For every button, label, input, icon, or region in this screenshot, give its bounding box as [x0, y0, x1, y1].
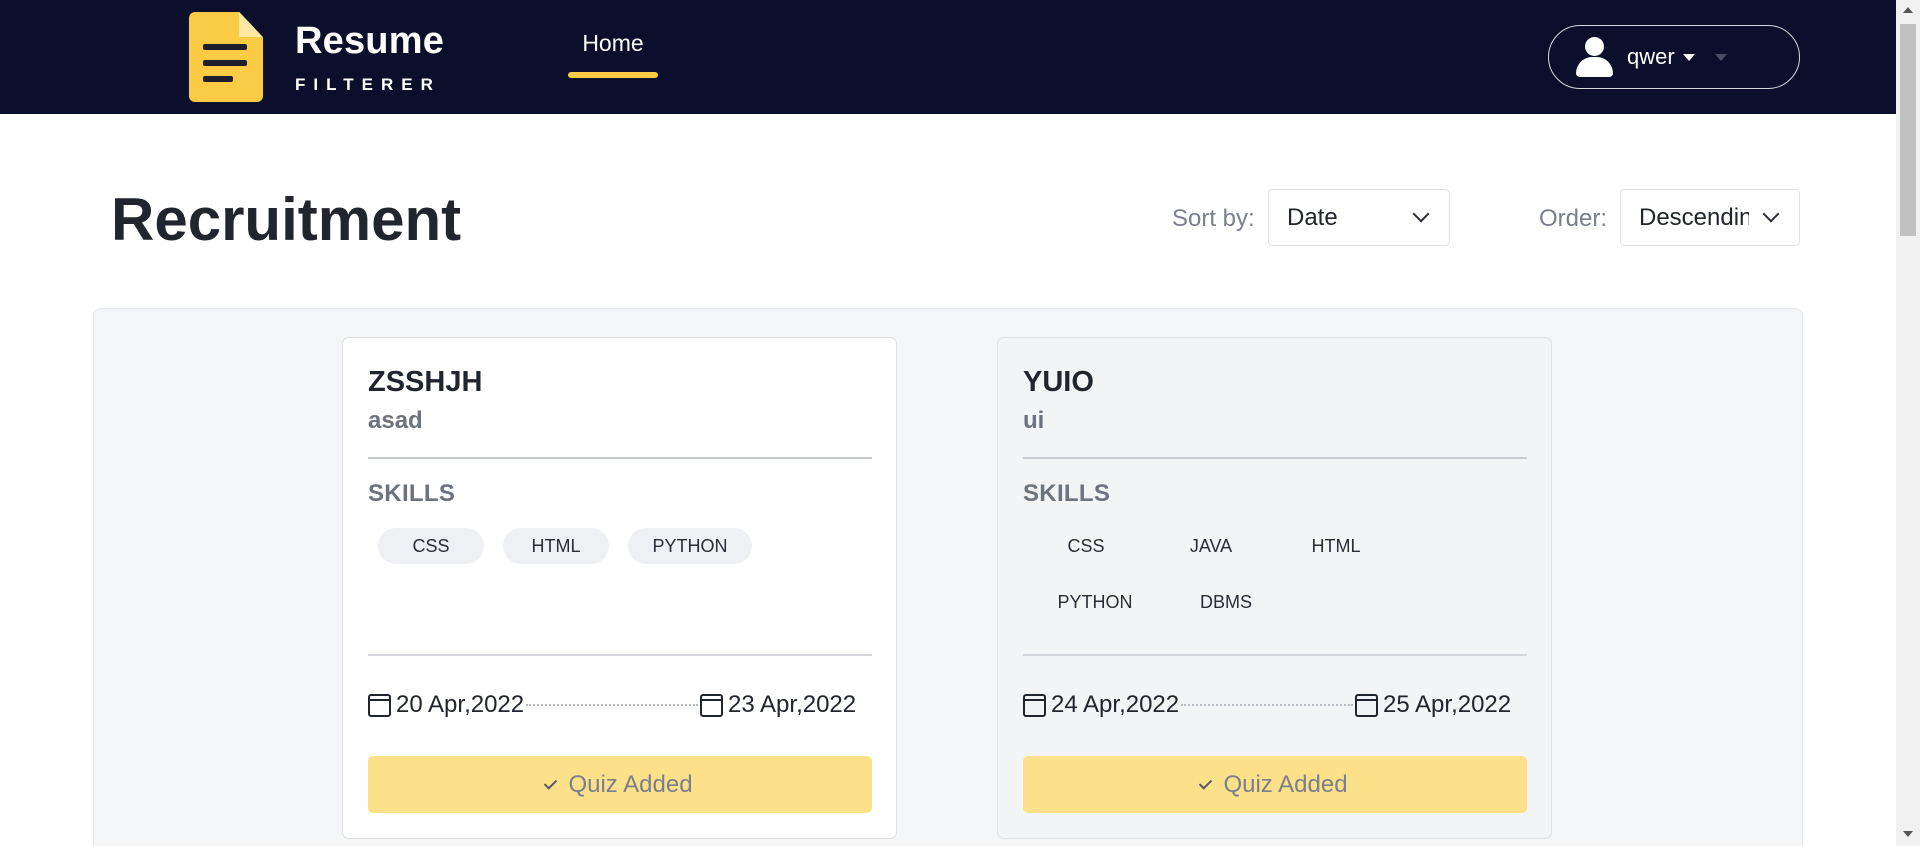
divider	[1023, 457, 1527, 459]
start-date: 20 Apr,2022	[368, 691, 524, 719]
scroll-up-arrow-icon[interactable]	[1903, 7, 1913, 13]
end-date: 25 Apr,2022	[1355, 691, 1511, 719]
divider	[1023, 654, 1527, 656]
skills-heading: SKILLS	[368, 480, 456, 507]
calendar-icon	[1355, 693, 1378, 717]
calendar-icon	[1023, 693, 1046, 717]
chevron-down-icon	[1412, 205, 1430, 223]
skill-chip: CSS	[378, 528, 484, 564]
caret-down-icon	[1714, 53, 1727, 61]
end-date-text: 25 Apr,2022	[1383, 691, 1512, 718]
top-navbar: Resume FILTERER Home qwer	[0, 0, 1896, 114]
quiz-added-button[interactable]: Quiz Added	[368, 756, 872, 813]
user-menu-button[interactable]: qwer	[1548, 25, 1800, 89]
date-range-connector	[1181, 704, 1353, 706]
check-icon	[544, 776, 558, 790]
calendar-icon	[700, 693, 723, 717]
sort-by-select[interactable]: Date	[1268, 189, 1450, 246]
recruitment-card[interactable]: ZSSHJH asad SKILLS CSS HTML PYTHON 20 Ap…	[342, 337, 897, 839]
order-label: Order:	[1539, 205, 1608, 232]
divider	[368, 654, 872, 656]
caret-down-icon	[1682, 53, 1695, 61]
user-icon	[1575, 37, 1613, 77]
scroll-down-arrow-icon[interactable]	[1903, 831, 1913, 837]
start-date: 24 Apr,2022	[1023, 691, 1179, 719]
skill-chip: PYTHON	[1057, 591, 1133, 612]
card-subtitle: ui	[1023, 407, 1045, 434]
quiz-added-button[interactable]: Quiz Added	[1023, 756, 1527, 813]
chevron-down-icon	[1762, 205, 1780, 223]
start-date-text: 24 Apr,2022	[1051, 691, 1180, 718]
calendar-icon	[368, 693, 391, 717]
page-scrollbar[interactable]	[1896, 0, 1920, 846]
order-select[interactable]: Descending	[1620, 189, 1800, 246]
skills-heading: SKILLS	[1023, 480, 1111, 507]
skill-chip: CSS	[1067, 535, 1105, 556]
card-subtitle: asad	[368, 407, 423, 434]
skill-chip: HTML	[503, 528, 609, 564]
app-logo[interactable]: Resume FILTERER	[189, 12, 444, 102]
recruitment-card[interactable]: YUIO ui SKILLS CSS JAVA HTML PYTHON DBMS…	[997, 337, 1552, 839]
start-date-text: 20 Apr,2022	[396, 691, 525, 718]
quiz-button-label: Quiz Added	[568, 770, 693, 798]
check-icon	[1199, 776, 1213, 790]
skill-chip: HTML	[1311, 535, 1361, 556]
nav-home-link[interactable]: Home	[568, 30, 658, 57]
quiz-button-label: Quiz Added	[1223, 770, 1348, 798]
user-name: qwer	[1627, 44, 1675, 69]
skill-chip: DBMS	[1199, 591, 1252, 612]
logo-title: Resume	[295, 20, 445, 62]
skill-chip: PYTHON	[628, 528, 752, 564]
end-date-text: 23 Apr,2022	[728, 691, 857, 718]
sort-by-value: Date	[1287, 203, 1338, 231]
divider	[368, 457, 872, 459]
nav-active-indicator	[568, 72, 658, 78]
scrollbar-thumb[interactable]	[1900, 24, 1916, 236]
order-value: Descending	[1639, 203, 1749, 231]
card-title: ZSSHJH	[368, 366, 483, 398]
skill-chip: JAVA	[1189, 535, 1233, 556]
logo-subtitle: FILTERER	[295, 75, 441, 94]
end-date: 23 Apr,2022	[700, 691, 856, 719]
page-title: Recruitment	[111, 186, 462, 253]
document-icon	[189, 12, 263, 102]
card-title: YUIO	[1023, 366, 1094, 398]
date-range-connector	[526, 704, 698, 706]
sort-label: Sort by:	[1172, 205, 1255, 232]
